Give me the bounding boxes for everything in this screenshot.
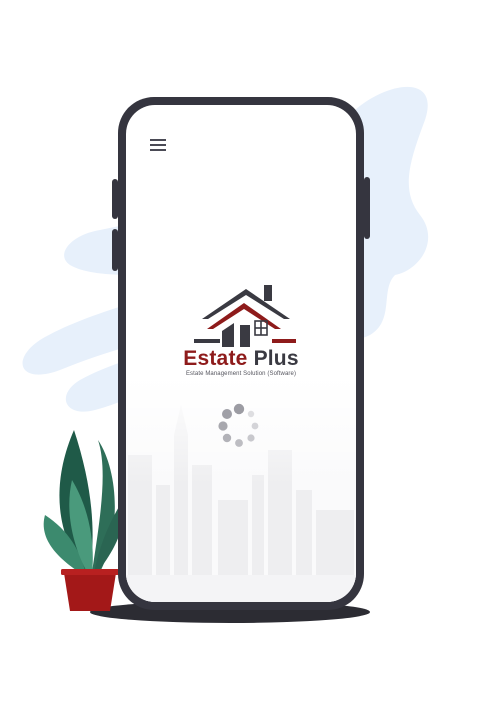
estate-plus-logo: Estate Plus Estate Management Solution (… <box>126 281 356 377</box>
brand-name: Estate Plus <box>126 348 356 370</box>
phone-side-button-left-top <box>112 179 118 219</box>
brand-word-plus: Plus <box>253 347 299 370</box>
splash-illustration: Estate Plus Estate Management Solution (… <box>0 0 482 723</box>
phone-screen: Estate Plus Estate Management Solution (… <box>126 105 356 602</box>
phone-side-button-right <box>364 177 370 239</box>
phone-side-button-left-bottom <box>112 229 118 271</box>
hamburger-menu-icon[interactable] <box>150 139 168 153</box>
brand-tagline: Estate Management Solution (Software) <box>185 371 297 377</box>
loading-spinner-icon <box>218 403 259 447</box>
brand-word-estate: Estate <box>183 347 248 370</box>
house-logo-icon <box>194 285 296 347</box>
phone-mockup: Estate Plus Estate Management Solution (… <box>112 97 370 610</box>
